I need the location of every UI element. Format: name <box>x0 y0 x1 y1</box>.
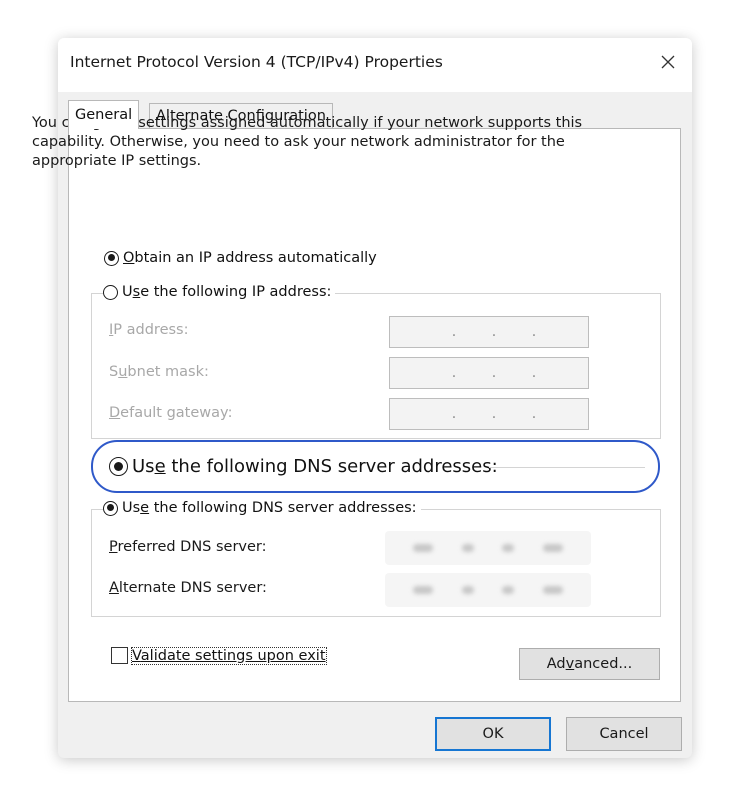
ip-dot: . <box>451 365 457 381</box>
obtain-ip-auto-radio[interactable] <box>104 250 119 266</box>
cancel-button[interactable]: Cancel <box>566 717 682 751</box>
blurred-octet <box>413 586 434 594</box>
blurred-octet <box>502 544 515 552</box>
default-gateway-label: Default gateway: <box>109 405 233 421</box>
ip-address-label: IP address: <box>109 322 189 338</box>
alternate-dns-label: Alternate DNS server: <box>109 580 267 596</box>
blurred-octet <box>542 586 563 594</box>
ip-dot: . <box>531 406 537 422</box>
blurred-octet <box>461 544 474 552</box>
ip-dot: . <box>531 365 537 381</box>
ip-dot: . <box>491 324 497 340</box>
alternate-dns-field[interactable] <box>385 573 591 607</box>
preferred-dns-field[interactable] <box>385 531 591 565</box>
ip-address-field[interactable]: ... <box>389 316 589 348</box>
title-bar: Internet Protocol Version 4 (TCP/IPv4) P… <box>58 38 692 92</box>
close-button[interactable] <box>658 52 678 72</box>
validate-settings-checkbox[interactable] <box>111 647 128 664</box>
obtain-ip-auto-label: Obtain an IP address automatically <box>123 250 377 266</box>
use-following-dns-radio[interactable] <box>103 500 118 516</box>
ip-dot: . <box>451 406 457 422</box>
validate-settings-label: Validate settings upon exit <box>131 646 327 665</box>
ip-dot: . <box>531 324 537 340</box>
use-following-ip-option[interactable]: Use the following IP address: <box>103 284 336 300</box>
highlight-dns-label: Use the following DNS server addresses: <box>132 456 498 477</box>
ip-dot: . <box>451 324 457 340</box>
close-icon <box>661 55 675 69</box>
tab-general[interactable]: General <box>68 100 140 129</box>
highlight-dns-radio[interactable] <box>109 457 128 476</box>
blurred-octet <box>413 544 434 552</box>
use-following-dns-option[interactable]: Use the following DNS server addresses: <box>103 500 421 516</box>
obtain-ip-auto-option[interactable]: Obtain an IP address automatically <box>104 250 377 266</box>
default-gateway-field[interactable]: ... <box>389 398 589 430</box>
ip-dot: . <box>491 365 497 381</box>
ip-dot: . <box>491 406 497 422</box>
use-following-ip-label: Use the following IP address: <box>122 284 332 300</box>
use-following-ip-radio[interactable] <box>103 284 118 300</box>
highlight-dns-option[interactable]: Use the following DNS server addresses: <box>109 456 498 477</box>
advanced-button[interactable]: Ad v anced... <box>519 648 660 680</box>
blurred-octet <box>542 544 563 552</box>
subnet-mask-field[interactable]: ... <box>389 357 589 389</box>
dns-option-highlight-callout: Use the following DNS server addresses: <box>91 440 660 493</box>
preferred-dns-label: Preferred DNS server: <box>109 539 267 555</box>
highlight-divider <box>489 467 645 468</box>
subnet-mask-label: Subnet mask: <box>109 364 209 380</box>
window-title: Internet Protocol Version 4 (TCP/IPv4) P… <box>70 53 443 71</box>
blurred-octet <box>461 586 474 594</box>
blurred-octet <box>502 586 515 594</box>
use-following-dns-label: Use the following DNS server addresses: <box>122 500 417 516</box>
validate-settings-option[interactable]: Validate settings upon exit <box>111 646 327 665</box>
ok-button[interactable]: OK <box>435 717 551 751</box>
